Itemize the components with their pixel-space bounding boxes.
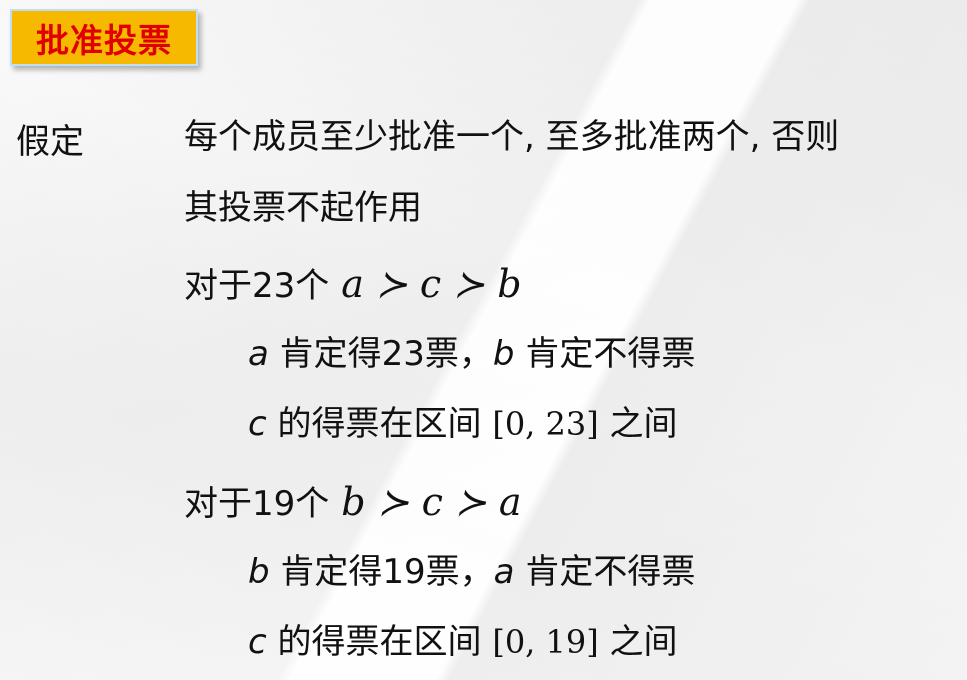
var-a: a [248,334,269,374]
rule-line-1: 每个成员至少批准一个, 至多批准两个, 否则 [184,117,840,157]
group-23-heading: 对于23个 a ≻ c ≻ b [184,262,522,308]
group-23-detail-2: c 的得票在区间 [0, 23] 之间 [248,404,678,445]
group-19-preference: b ≻ c ≻ a [341,480,522,524]
var-c: c [248,622,267,662]
group-23-prefix: 对于23个 [184,266,330,306]
text-mid: 的得票在区间 [266,404,493,444]
text-end: 肯定不得票 [514,552,696,592]
text-mid: 肯定得23票， [268,334,493,374]
rule-line-2: 其投票不起作用 [184,188,422,228]
group-19-prefix: 对于19个 [184,484,330,524]
text-mid: 肯定得19票， [269,552,494,592]
group-19-heading: 对于19个 b ≻ c ≻ a [184,480,522,526]
interval-0-23: [0, 23] [492,405,599,443]
var-c: c [248,404,267,444]
group-19-detail-2: c 的得票在区间 [0, 19] 之间 [248,622,678,663]
assumption-label: 假定 [16,122,84,162]
text-end: 肯定不得票 [514,334,696,374]
var-b: b [248,552,270,592]
interval-0-19: [0, 19] [492,623,599,661]
var-b: b [492,334,515,374]
text-end: 之间 [598,622,678,662]
var-a: a [493,552,515,592]
group-23-detail-1: a 肯定得23票，b 肯定不得票 [248,334,695,375]
title-badge: 批准投票 [10,9,198,66]
group-23-preference: a ≻ c ≻ b [341,262,522,306]
group-19-detail-1: b 肯定得19票，a 肯定不得票 [248,552,695,593]
text-mid: 的得票在区间 [266,622,493,662]
text-end: 之间 [598,404,678,444]
slide-title: 批准投票 [36,20,172,60]
